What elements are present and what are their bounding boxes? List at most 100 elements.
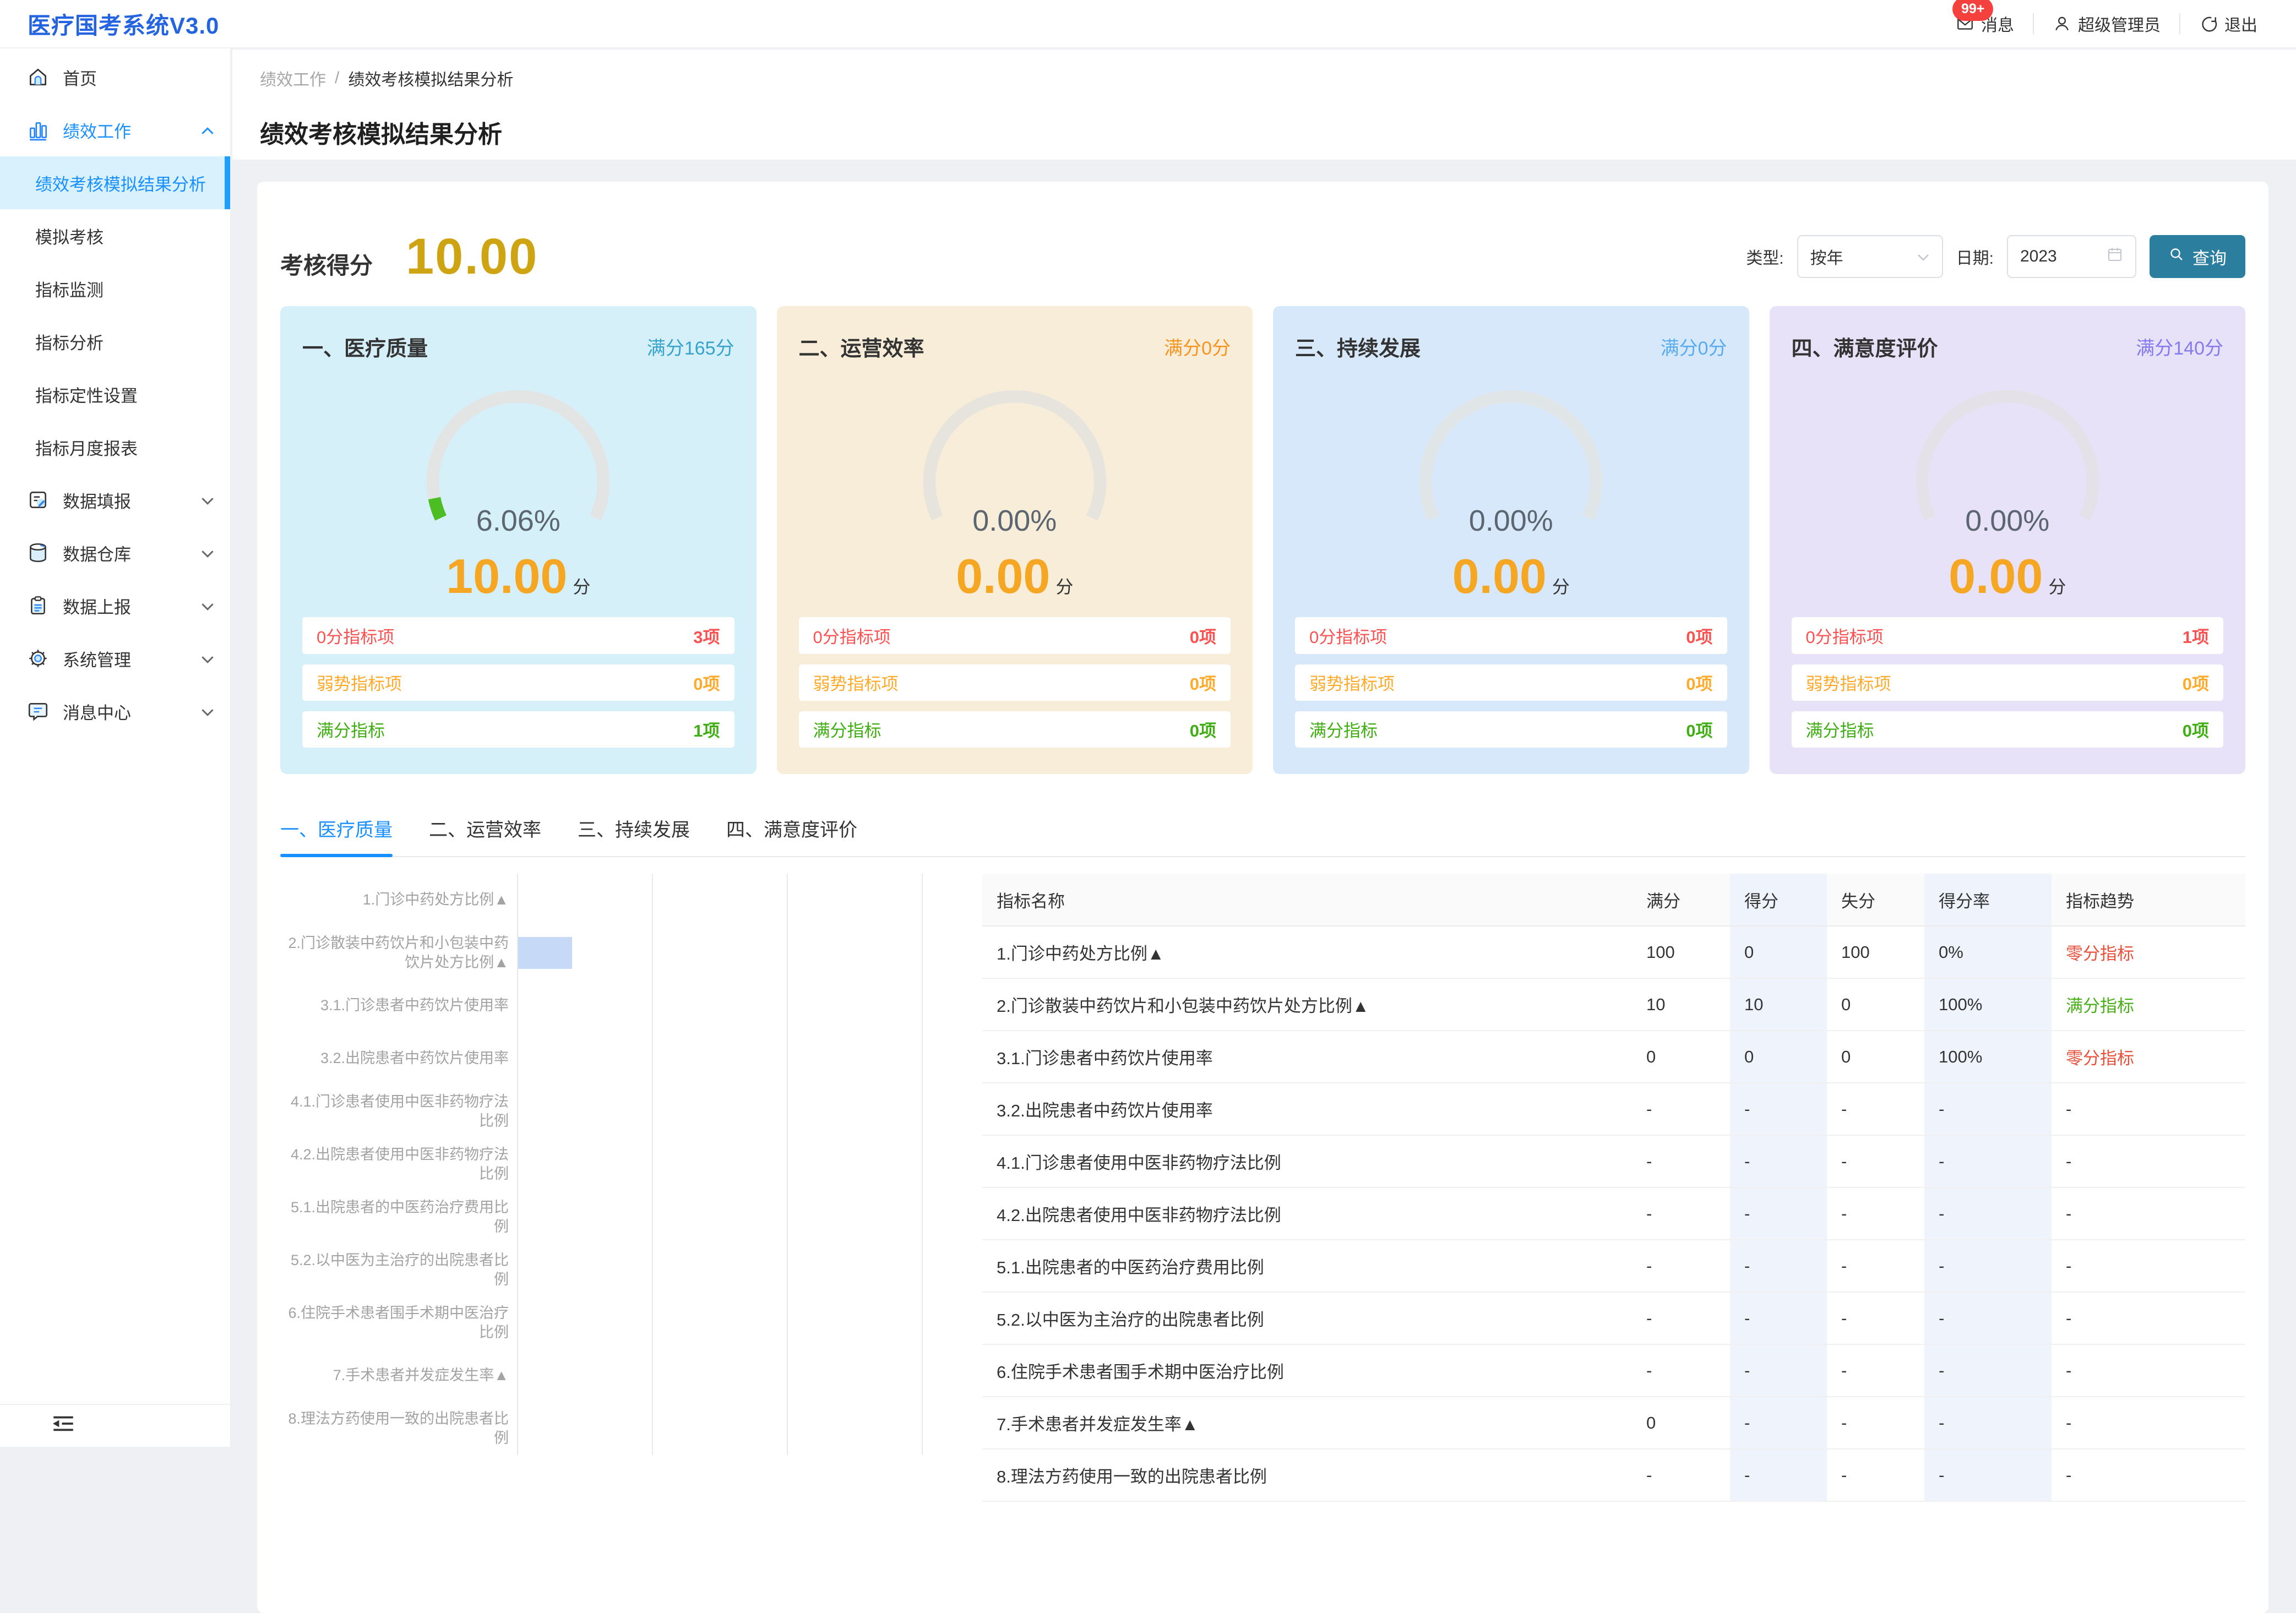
type-label: 类型: bbox=[1746, 244, 1783, 269]
sidebar-item-performance[interactable]: 绩效工作 bbox=[0, 103, 230, 156]
table-row[interactable]: 4.2.出院患者使用中医非药物疗法比例 - - - - - bbox=[982, 1187, 2245, 1240]
stat-value: 3 bbox=[693, 628, 703, 647]
cell-trend: - bbox=[2052, 1292, 2245, 1344]
chart-bar[interactable] bbox=[518, 937, 572, 969]
cell-trend: - bbox=[2052, 1187, 2245, 1240]
sidebar-item-data-report[interactable]: 数据上报 bbox=[0, 579, 230, 632]
type-select-value: 按年 bbox=[1810, 244, 1843, 269]
chart-category-label: 7.手术患者并发症发生率▲ bbox=[280, 1366, 509, 1385]
stat-value: 0 bbox=[2183, 674, 2192, 694]
dimension-tabs: 一、医疗质量 二、运营效率 三、持续发展 四、满意度评价 bbox=[280, 815, 2245, 857]
cell-trend: - bbox=[2052, 1135, 2245, 1187]
sidebar-item-label: 数据填报 bbox=[63, 488, 200, 513]
chart-plot-area bbox=[517, 1296, 969, 1349]
sidebar-subitem-indicator-qualitative[interactable]: 指标定性设置 bbox=[0, 368, 230, 421]
chart-plot-area bbox=[517, 979, 969, 1032]
gauge-satisfaction: 0.00% bbox=[1792, 374, 2224, 546]
cell-trend: 零分指标 bbox=[2052, 1031, 2245, 1083]
stat-full-indicators: 满分指标 0项 bbox=[1295, 711, 1727, 748]
cell-trend: 零分指标 bbox=[2052, 926, 2245, 978]
sidebar-item-home[interactable]: 首页 bbox=[0, 51, 230, 103]
cell-trend: - bbox=[2052, 1240, 2245, 1292]
bar-chart-icon bbox=[26, 118, 50, 141]
cell-rate: - bbox=[1924, 1344, 2052, 1397]
stat-value: 0 bbox=[1686, 721, 1695, 740]
tab-operation-efficiency[interactable]: 二、运营效率 bbox=[429, 815, 541, 857]
cell-lost: 0 bbox=[1827, 978, 1924, 1031]
table-row[interactable]: 1.门诊中药处方比例▲ 100 0 100 0% 零分指标 bbox=[982, 926, 2245, 978]
sidebar-subitem-label: 模拟考核 bbox=[35, 224, 104, 248]
sidebar-item-label: 数据上报 bbox=[63, 593, 200, 618]
messages-badge: 99+ bbox=[1952, 0, 1993, 21]
chart-category-label: 6.住院手术患者围手术期中医治疗比例 bbox=[280, 1304, 509, 1342]
indicator-bar-chart: 1.门诊中药处方比例▲ 2.门诊散装中药饮片和小包装中药饮片处方比例▲ 3.1.… bbox=[280, 874, 969, 1502]
table-row[interactable]: 4.1.门诊患者使用中医非药物疗法比例 - - - - - bbox=[982, 1135, 2245, 1187]
cell-indicator-name: 8.理法方药使用一致的出院患者比例 bbox=[982, 1449, 1632, 1501]
table-row[interactable]: 3.1.门诊患者中药饮片使用率 0 0 0 100% 零分指标 bbox=[982, 1031, 2245, 1083]
stat-value: 0 bbox=[1686, 628, 1695, 647]
sidebar-item-label: 首页 bbox=[63, 65, 215, 90]
cell-score: - bbox=[1730, 1292, 1827, 1344]
breadcrumb-parent[interactable]: 绩效工作 bbox=[260, 66, 326, 90]
table-row[interactable]: 7.手术患者并发症发生率▲ 0 - - - - bbox=[982, 1397, 2245, 1449]
cell-lost: - bbox=[1827, 1083, 1924, 1135]
card-score-unit: 分 bbox=[1055, 573, 1073, 598]
sidebar-subitem-indicator-analysis[interactable]: 指标分析 bbox=[0, 315, 230, 368]
tab-medical-quality[interactable]: 一、医疗质量 bbox=[280, 815, 393, 857]
main-content: 绩效工作 / 绩效考核模拟结果分析 绩效考核模拟结果分析 考核得分 10.00 … bbox=[232, 50, 2296, 1447]
table-row[interactable]: 2.门诊散装中药饮片和小包装中药饮片处方比例▲ 10 10 0 100% 满分指… bbox=[982, 978, 2245, 1031]
table-row[interactable]: 8.理法方药使用一致的出院患者比例 - - - - - bbox=[982, 1449, 2245, 1501]
stat-weak-indicators: 弱势指标项 0项 bbox=[1792, 664, 2224, 701]
sidebar-item-data-fill[interactable]: 数据填报 bbox=[0, 473, 230, 526]
sidebar-item-label: 系统管理 bbox=[63, 646, 200, 671]
logout-button[interactable]: 退出 bbox=[2199, 12, 2257, 36]
database-icon bbox=[26, 541, 50, 564]
date-input[interactable]: 2023 bbox=[2007, 235, 2136, 278]
cell-lost: - bbox=[1827, 1397, 1924, 1449]
cell-score: - bbox=[1730, 1187, 1827, 1240]
cell-rate: 0% bbox=[1924, 926, 2052, 978]
cell-indicator-name: 1.门诊中药处方比例▲ bbox=[982, 926, 1632, 978]
chevron-down-icon bbox=[200, 649, 215, 668]
tab-sustainable-development[interactable]: 三、持续发展 bbox=[578, 815, 690, 857]
messages-button[interactable]: 消息 99+ bbox=[1956, 12, 2014, 36]
sidebar-item-data-warehouse[interactable]: 数据仓库 bbox=[0, 526, 230, 579]
sidebar-subitem-indicator-monitor[interactable]: 指标监测 bbox=[0, 262, 230, 315]
filter-bar: 类型: 按年 日期: 2023 bbox=[1746, 235, 2245, 278]
header-divider bbox=[2179, 13, 2180, 34]
content-panel: 考核得分 10.00 类型: 按年 日期: 2023 bbox=[257, 182, 2268, 1613]
table-row[interactable]: 5.2.以中医为主治疗的出院患者比例 - - - - - bbox=[982, 1292, 2245, 1344]
sidebar-subitem-simulation-result[interactable]: 绩效考核模拟结果分析 bbox=[0, 156, 230, 209]
sidebar-item-system-mgmt[interactable]: 系统管理 bbox=[0, 632, 230, 685]
chat-icon bbox=[26, 700, 50, 723]
sidebar-subitem-mock-exam[interactable]: 模拟考核 bbox=[0, 209, 230, 262]
stat-label: 满分指标 bbox=[1309, 717, 1378, 742]
dimension-cards: 一、医疗质量 满分165分 6.06% 10.00 分 0分指标项 3项 bbox=[280, 306, 2245, 774]
chart-plot-area bbox=[517, 1032, 969, 1085]
clipboard-icon bbox=[26, 594, 50, 617]
stat-unit: 项 bbox=[1199, 721, 1216, 740]
chart-category-label: 2.门诊散装中药饮片和小包装中药饮片处方比例▲ bbox=[280, 934, 509, 972]
stat-unit: 项 bbox=[1199, 674, 1216, 694]
stat-label: 弱势指标项 bbox=[813, 670, 899, 695]
sidebar-item-message-center[interactable]: 消息中心 bbox=[0, 685, 230, 738]
user-menu[interactable]: 超级管理员 bbox=[2053, 12, 2161, 36]
cell-indicator-name: 4.2.出院患者使用中医非药物疗法比例 bbox=[982, 1187, 1632, 1240]
stat-unit: 项 bbox=[703, 721, 720, 740]
stat-unit: 项 bbox=[2192, 721, 2209, 740]
table-row[interactable]: 3.2.出院患者中药饮片使用率 - - - - - bbox=[982, 1083, 2245, 1135]
gear-icon bbox=[26, 647, 50, 670]
table-row[interactable]: 5.1.出院患者的中医药治疗费用比例 - - - - - bbox=[982, 1240, 2245, 1292]
sidebar-subitem-indicator-monthly[interactable]: 指标月度报表 bbox=[0, 421, 230, 473]
cell-score: - bbox=[1730, 1083, 1827, 1135]
type-select[interactable]: 按年 bbox=[1797, 235, 1943, 278]
cell-indicator-name: 2.门诊散装中药饮片和小包装中药饮片处方比例▲ bbox=[982, 978, 1632, 1031]
chart-category-label: 3.2.出院患者中药饮片使用率 bbox=[280, 1049, 509, 1068]
stat-unit: 项 bbox=[1696, 628, 1713, 647]
collapse-sidebar-button[interactable] bbox=[0, 1404, 230, 1447]
chart-plot-area bbox=[517, 1191, 969, 1244]
table-row[interactable]: 6.住院手术患者围手术期中医治疗比例 - - - - - bbox=[982, 1344, 2245, 1397]
tab-satisfaction[interactable]: 四、满意度评价 bbox=[726, 815, 857, 857]
chevron-down-icon bbox=[200, 490, 215, 510]
search-button[interactable]: 查询 bbox=[2150, 235, 2245, 278]
